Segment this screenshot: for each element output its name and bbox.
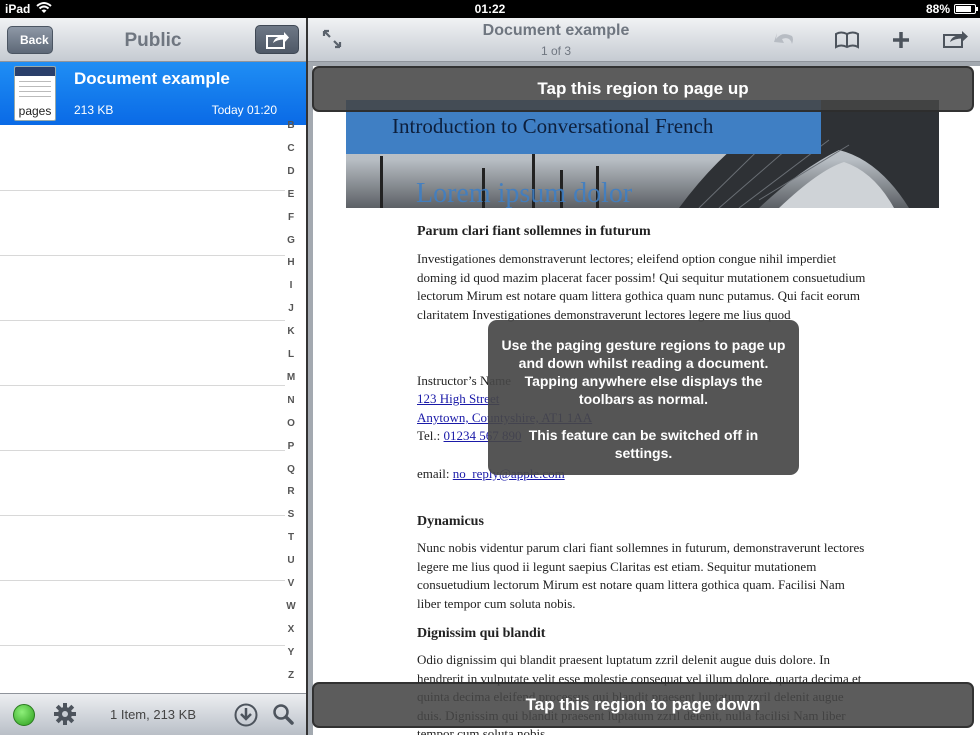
index-letter[interactable]: U [280, 555, 302, 566]
row-separator [0, 580, 285, 581]
status-bar: iPad 01:22 88% [0, 0, 980, 18]
left-navigation-bar: Back Public [0, 18, 306, 62]
page-count: 1 of 3 [540, 44, 572, 58]
index-letter[interactable]: K [280, 326, 302, 337]
download-icon[interactable] [234, 703, 258, 727]
hint-settings-text: This feature can be switched off in sett… [528, 427, 759, 461]
document-size: 213 KB [74, 103, 114, 117]
share-icon[interactable] [943, 29, 969, 49]
document-banner: Introduction to Conversational French Lo… [346, 100, 939, 208]
hint-text: Use the paging gesture regions to page u… [501, 337, 786, 407]
list-item-document[interactable]: pages Document example 213 KB Today 01:2… [0, 62, 306, 125]
file-browser-panel: Back Public pages Document example 213 K… [0, 18, 306, 735]
pages-document-icon: pages [14, 66, 56, 121]
index-letter[interactable]: X [280, 624, 302, 635]
undo-icon[interactable] [772, 30, 796, 50]
paragraph: Nunc nobis videntur parum clari fiant so… [417, 540, 865, 611]
add-icon[interactable] [890, 29, 912, 51]
paging-hint-popup: Use the paging gesture regions to page u… [488, 320, 799, 475]
index-letter[interactable]: H [280, 257, 302, 268]
email-label: email: [417, 466, 453, 481]
index-letter[interactable]: D [280, 166, 302, 177]
viewer-navigation-bar: Document example 1 of 3 [308, 18, 980, 62]
section-heading: Dignissim qui blandit [417, 626, 546, 641]
left-toolbar: 1 Item, 213 KB [0, 693, 306, 735]
document-date: Today 01:20 [211, 103, 277, 117]
index-letter[interactable]: Z [280, 670, 302, 681]
row-separator [0, 190, 285, 191]
share-icon [266, 32, 289, 49]
search-icon[interactable] [272, 703, 294, 725]
index-letter[interactable]: N [280, 395, 302, 406]
index-letter[interactable]: P [280, 441, 302, 452]
index-letter[interactable]: T [280, 532, 302, 543]
page-up-region[interactable]: Tap this region to page up [312, 66, 974, 112]
index-letter[interactable]: W [280, 601, 302, 612]
row-separator [0, 515, 285, 516]
row-separator [0, 385, 285, 386]
index-letter[interactable]: I [280, 280, 302, 291]
address-street-link[interactable]: 123 High Street [417, 391, 499, 406]
row-separator [0, 320, 285, 321]
index-letter[interactable]: Y [280, 647, 302, 658]
index-letter[interactable]: F [280, 212, 302, 223]
battery-percent: 88% [925, 2, 950, 16]
index-letter[interactable]: G [280, 235, 302, 246]
clock: 01:22 [474, 2, 506, 16]
battery-icon [954, 4, 978, 14]
document-viewer: Document example 1 of 3 Introduction to … [308, 18, 980, 735]
index-letter[interactable]: M [280, 372, 302, 383]
bookmarks-icon[interactable] [834, 30, 860, 50]
index-letter[interactable]: B [280, 120, 302, 131]
index-letter[interactable]: J [280, 303, 302, 314]
index-letter[interactable]: O [280, 418, 302, 429]
index-letter[interactable]: Q [280, 464, 302, 475]
index-letter[interactable]: V [280, 578, 302, 589]
banner-subtitle: Lorem ipsum dolor [416, 178, 633, 208]
section-heading: Dynamicus [417, 514, 484, 529]
share-button[interactable] [255, 25, 299, 54]
page-down-region[interactable]: Tap this region to page down [312, 682, 974, 728]
row-separator [0, 255, 285, 256]
row-separator [0, 450, 285, 451]
document-title: Document example [482, 22, 630, 39]
thumb-label: pages [18, 104, 52, 118]
row-separator [0, 645, 285, 646]
index-letter[interactable]: L [280, 349, 302, 360]
document-name: Document example [74, 69, 230, 88]
section-heading: Parum clari fiant sollemnes in futurum [417, 224, 651, 239]
index-letter[interactable]: E [280, 189, 302, 200]
index-letter[interactable]: C [280, 143, 302, 154]
tel-label: Tel.: [417, 428, 444, 443]
index-letter[interactable]: R [280, 486, 302, 497]
index-letter[interactable]: S [280, 509, 302, 520]
banner-title: Introduction to Conversational French [392, 114, 714, 138]
paragraph: Investigationes demonstraverunt lectores… [417, 251, 866, 322]
item-count: 1 Item, 213 KB [110, 707, 196, 722]
